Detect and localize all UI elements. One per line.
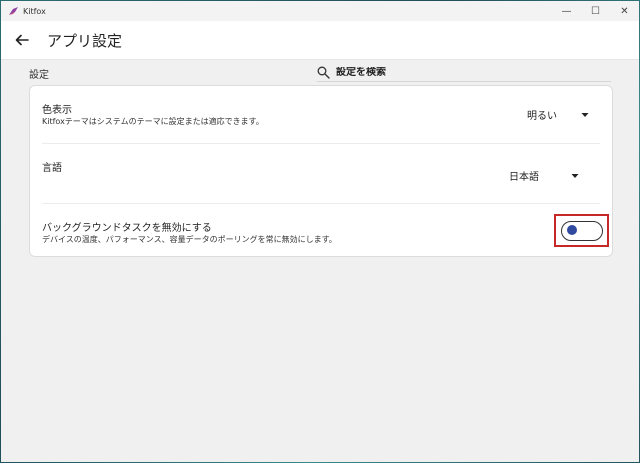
search-icon (317, 66, 330, 79)
color-setting-title: 色表示 (42, 105, 72, 116)
search-box[interactable] (317, 63, 611, 82)
close-button[interactable]: ✕ (610, 1, 639, 21)
language-setting-title: 言語 (42, 163, 62, 174)
highlight-box (554, 214, 609, 247)
back-button[interactable] (10, 28, 34, 52)
toggle-knob (566, 225, 577, 235)
page-header: アプリ設定 (1, 21, 639, 60)
language-value: 日本語 (509, 172, 539, 183)
minimize-button[interactable]: — (552, 1, 581, 21)
color-mode-value: 明るい (527, 111, 557, 122)
settings-card: 色表示 Kitfoxテーマはシステムのテーマに設定または適応できます。 明るい … (29, 85, 613, 257)
back-arrow-icon (15, 34, 29, 46)
color-mode-select[interactable]: 明るい (527, 107, 589, 122)
chevron-down-icon (581, 112, 589, 118)
app-window: Kitfox — ☐ ✕ アプリ設定 設定 色 (1, 1, 639, 462)
color-setting-description: Kitfoxテーマはシステムのテーマに設定または適応できます。 (42, 117, 264, 126)
window-controls: — ☐ ✕ (552, 1, 639, 21)
background-task-description: デバイスの温度、パフォーマンス、容量データのポーリングを常に無効にします。 (42, 235, 337, 244)
kitfox-logo-icon (8, 6, 19, 17)
background-task-setting-row: バックグラウンドタスクを無効にする デバイスの温度、パフォーマンス、容量データの… (30, 204, 612, 258)
page-title: アプリ設定 (47, 31, 123, 50)
language-select[interactable]: 日本語 (509, 168, 579, 183)
maximize-button[interactable]: ☐ (581, 1, 610, 21)
background-task-title: バックグラウンドタスクを無効にする (42, 223, 212, 234)
title-bar: Kitfox — ☐ ✕ (1, 1, 639, 21)
language-setting-row: 言語 日本語 (30, 144, 612, 204)
section-label: 設定 (29, 70, 49, 81)
search-input[interactable] (336, 66, 596, 78)
chevron-down-icon (571, 173, 579, 179)
color-setting-row: 色表示 Kitfoxテーマはシステムのテーマに設定または適応できます。 明るい (30, 86, 612, 144)
background-task-toggle[interactable] (560, 220, 603, 241)
app-name: Kitfox (23, 6, 46, 16)
settings-subbar: 設定 (1, 60, 639, 84)
